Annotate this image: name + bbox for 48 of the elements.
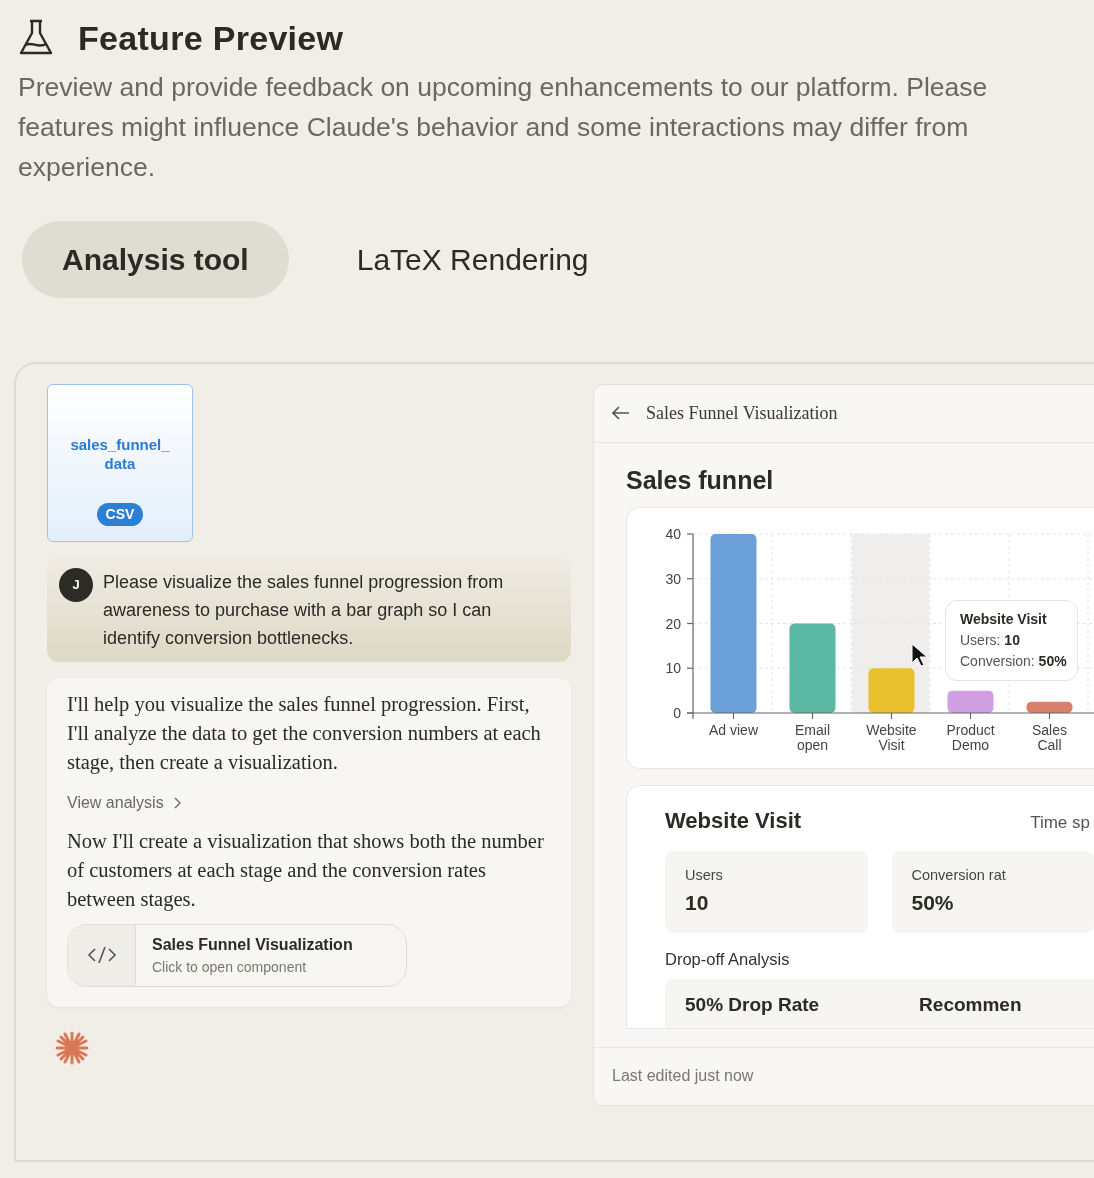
description-line: experience. [18,150,156,184]
back-arrow-icon[interactable] [612,406,630,421]
description-line: Preview and provide feedback on upcoming enhancements to our platform. Please [18,70,989,104]
cursor-icon [911,642,927,667]
y-tick-label: 20 [665,615,681,632]
last-edited-text: Last edited just now [612,1066,754,1087]
message-text: Please visualize the sales funnel progression from awareness to purchase with a bar graph so I can identify conversion bottlenecks. [103,570,505,650]
x-axis-label: Sales Call [1032,721,1067,753]
tab[interactable]: Analysis tool [22,220,289,298]
message-text: Now I'll create a visualization that shows both the number of customers at each stage and the conversion rates between stages. [67,828,545,913]
chart-heading: Sales funnel [626,464,775,495]
chevron-icon [173,796,181,809]
sparkle-icon [55,1030,89,1065]
file-attachment[interactable]: sales_funnel_ data CSV [47,383,193,542]
file-type-tag: CSV [96,502,144,526]
x-axis-label: Email open [795,721,830,753]
stat-label: Users [685,866,724,886]
detail-label: Time sp [1030,811,1091,834]
card-heading: 50% Drop Rate [685,993,820,1018]
artifact-subtitle: Click to open component [152,957,308,977]
tooltip-line: Users: 10 [960,630,1021,650]
code-icon [86,945,117,966]
message-text: I'll help you visualize the sales funnel progression. First, I'll analyze the data to get the conversion numbers at each stage, then create a visualization. [67,691,542,776]
artifact-card[interactable]: Sales Funnel Visualization Click to open component [67,923,407,987]
x-axis-label: Ad view [709,721,758,738]
file-name: data [103,453,137,473]
detail-title: Website Visit [665,807,802,835]
card-heading: Recommen [919,993,1022,1018]
description-line: features might influence Claude's behavior and some interactions may differ from [18,110,970,144]
stat-value: 10 [685,890,710,917]
tooltip-title: Website Visit [960,609,1048,629]
view-analysis-link[interactable]: View analysis [67,790,181,815]
section-label: Drop-off Analysis [665,948,791,970]
y-tick-label: 30 [665,570,681,587]
page-title: Feature Preview [78,18,344,59]
stat-value: 50% [911,890,955,917]
artifact-title: Sales Funnel Visualization [152,934,353,955]
y-tick-label: 40 [665,525,681,542]
tab[interactable]: LaTeX Rendering [316,220,629,298]
x-axis-label: Product Demo [946,721,995,753]
x-axis-label: Website Visit [866,721,917,753]
y-tick-label: 0 [673,704,681,721]
avatar: J [59,567,93,602]
tooltip-line: Conversion: 50% [960,651,1067,671]
stat-label: Conversion rat [911,866,1007,886]
file-name: sales_funnel_ [69,434,171,454]
panel-title: Sales Funnel Visualization [646,401,838,425]
y-tick-label: 10 [665,660,681,677]
